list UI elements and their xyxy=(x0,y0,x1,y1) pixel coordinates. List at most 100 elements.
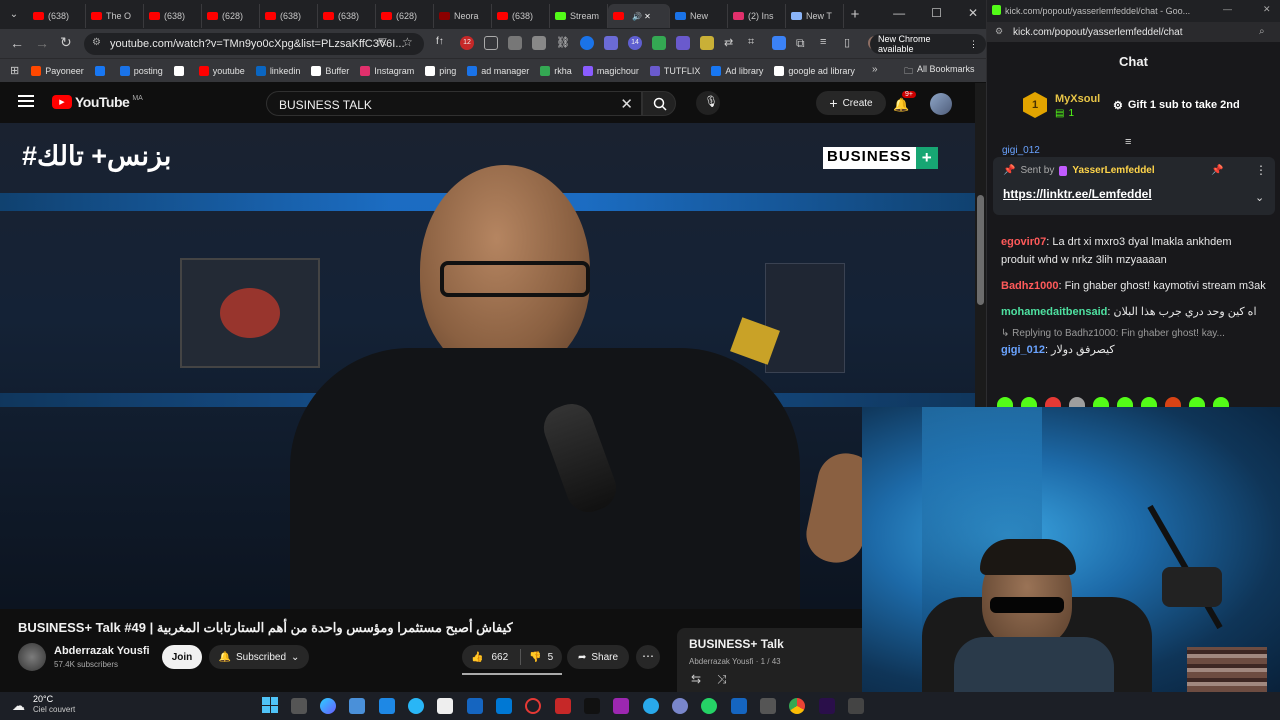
share-button[interactable]: ➦ Share xyxy=(567,645,629,669)
browser-tab[interactable]: 🔊 ✕ xyxy=(608,4,670,28)
shuffle-icon[interactable]: ⤨ xyxy=(717,672,727,687)
channel-avatar[interactable] xyxy=(18,643,46,671)
emote-icon[interactable] xyxy=(1069,397,1085,407)
top-gifter-name[interactable]: MyXsoul xyxy=(1055,93,1100,105)
link-extension-icon[interactable]: ⛓ xyxy=(556,36,570,50)
app-l-icon[interactable] xyxy=(349,698,365,714)
news-icon[interactable] xyxy=(555,698,571,714)
chrome-update-button[interactable]: New Chrome available ⋮ xyxy=(870,34,986,54)
tab-audio-close-icon[interactable]: 🔊 ✕ xyxy=(632,12,651,21)
account-avatar[interactable] xyxy=(930,93,952,115)
reply-context[interactable]: ↳ Replying to Badhz1000: Fin ghaber ghos… xyxy=(987,327,1280,341)
browser-tab[interactable]: (638) xyxy=(492,4,550,28)
bookmark-item[interactable]: ad manager xyxy=(467,65,529,76)
font-extension-icon[interactable]: f↑ xyxy=(436,36,450,50)
like-count[interactable]: 662 xyxy=(491,652,508,663)
tiktok-icon[interactable] xyxy=(584,698,600,714)
browser-tab[interactable]: (638) xyxy=(260,4,318,28)
bookmark-item[interactable]: posting xyxy=(119,65,163,76)
emote-icon[interactable] xyxy=(1189,397,1205,407)
pinned-more-icon[interactable]: ⋮ xyxy=(1255,163,1267,177)
hamburger-menu-icon[interactable] xyxy=(18,95,34,107)
chat-username[interactable]: egovir07 xyxy=(1001,236,1046,248)
video-player[interactable]: #بزنس+ تالك BUSINESS + xyxy=(0,123,975,609)
scrollbar-thumb[interactable] xyxy=(977,195,984,305)
reload-icon[interactable]: ↻ xyxy=(60,34,72,51)
weather-icon[interactable]: ☁ xyxy=(12,698,25,714)
chrome-taskbar-icon[interactable] xyxy=(789,698,805,714)
loop-icon[interactable]: ⇆ xyxy=(691,672,701,686)
camera-extension-icon[interactable] xyxy=(508,36,522,50)
subscribed-button[interactable]: 🔔 Subscribed ⌄ xyxy=(209,645,309,669)
premiere-icon[interactable] xyxy=(819,698,835,714)
emote-icon[interactable] xyxy=(1213,397,1229,407)
translate-icon[interactable]: ⇄ xyxy=(724,36,738,50)
browser-tab[interactable]: (628) xyxy=(376,4,434,28)
kick-address-bar[interactable]: ⚙ kick.com/popout/yasserlemfeddel/chat ⌕ xyxy=(987,22,1280,42)
extension-badge-icon[interactable]: 12 xyxy=(460,36,474,50)
notifications-button[interactable]: 🔔 9+ xyxy=(893,91,916,114)
kick-minimize-icon[interactable]: — xyxy=(1223,4,1232,14)
bookmark-item[interactable]: Payoneer xyxy=(31,65,84,76)
browser-tab[interactable]: (628) xyxy=(202,4,260,28)
tab-search-button[interactable]: ⌄ xyxy=(0,0,28,29)
grid-extension-icon[interactable] xyxy=(532,36,546,50)
emote-icon[interactable] xyxy=(1165,397,1181,407)
emote-icon[interactable] xyxy=(1021,397,1037,407)
photos-icon[interactable] xyxy=(731,698,747,714)
emote-icon[interactable] xyxy=(1093,397,1109,407)
opera-icon[interactable] xyxy=(525,698,541,714)
weather-temp[interactable]: 20°C xyxy=(33,694,53,704)
kick-zoom-icon[interactable]: ⌕ xyxy=(1259,26,1265,37)
green-extension-icon[interactable] xyxy=(652,36,666,50)
thumbs-down-icon[interactable]: 👎 xyxy=(529,652,541,663)
all-bookmarks-folder[interactable]: 🗀 All Bookmarks xyxy=(904,64,975,80)
bookmark-item[interactable]: Instagram xyxy=(360,65,414,76)
browser-tab[interactable]: (2) Ins xyxy=(728,4,786,28)
app-grey-icon[interactable] xyxy=(760,698,776,714)
crop-icon[interactable]: ⌗ xyxy=(748,36,762,50)
browser-tab[interactable]: Neora xyxy=(434,4,492,28)
thumbs-up-icon[interactable]: 👍 xyxy=(471,652,483,663)
install-icon[interactable]: ⇱ xyxy=(378,36,387,49)
bookmark-item[interactable]: TUTFLIX xyxy=(649,65,700,76)
bookmark-item[interactable]: Ad library xyxy=(711,65,763,76)
bookmark-item[interactable]: youtube xyxy=(198,65,245,76)
app-cyan-icon[interactable] xyxy=(408,698,424,714)
task-view-icon[interactable] xyxy=(291,698,307,714)
new-tab-button[interactable]: + xyxy=(844,6,866,23)
copilot-icon[interactable] xyxy=(320,698,336,714)
create-button[interactable]: + Create xyxy=(816,91,886,115)
browser-tab[interactable]: (638) xyxy=(28,4,86,28)
join-button[interactable]: Join xyxy=(162,645,202,669)
file-explorer-icon[interactable] xyxy=(437,698,453,714)
browser-tab[interactable]: Stream xyxy=(550,4,608,28)
bookmark-item[interactable]: magichour xyxy=(582,65,639,76)
bookmark-item[interactable]: linkedin xyxy=(255,65,300,76)
browser-tab[interactable]: (638) xyxy=(318,4,376,28)
bookmark-item[interactable]: google ad library xyxy=(774,65,855,76)
kick-site-info-icon[interactable]: ⚙ xyxy=(995,26,1003,37)
store-icon[interactable] xyxy=(467,698,483,714)
extensions-puzzle-icon[interactable]: ⧉ xyxy=(796,36,810,50)
blue-square-extension-icon[interactable] xyxy=(772,36,786,50)
address-bar[interactable]: ⚙ youtube.com/watch?v=TMn9yo0cXpg&list=P… xyxy=(84,33,424,55)
more-menu-icon[interactable]: ⋮ xyxy=(969,39,978,50)
emote-icon[interactable] xyxy=(1117,397,1133,407)
clear-search-icon[interactable]: ✕ xyxy=(620,95,633,113)
whatsapp-icon[interactable] xyxy=(701,698,717,714)
emote-icon[interactable] xyxy=(1141,397,1157,407)
telegram-icon[interactable] xyxy=(643,698,659,714)
browser-tab[interactable]: (638) xyxy=(144,4,202,28)
channel-name[interactable]: Abderrazak Yousfi xyxy=(54,645,150,657)
maximize-icon[interactable]: ☐ xyxy=(931,6,942,20)
app-globe-icon[interactable] xyxy=(672,698,688,714)
bookmark-item[interactable]: ping xyxy=(425,65,456,76)
chat-username[interactable]: gigi_012 xyxy=(1001,344,1045,356)
search-button[interactable] xyxy=(642,91,676,116)
site-info-icon[interactable]: ⚙ xyxy=(92,37,101,48)
bookmark-item[interactable] xyxy=(94,65,109,76)
more-actions-icon[interactable]: ⋯ xyxy=(636,645,660,669)
bookmark-item[interactable] xyxy=(173,65,188,76)
bookmark-star-icon[interactable]: ☆ xyxy=(402,35,413,49)
